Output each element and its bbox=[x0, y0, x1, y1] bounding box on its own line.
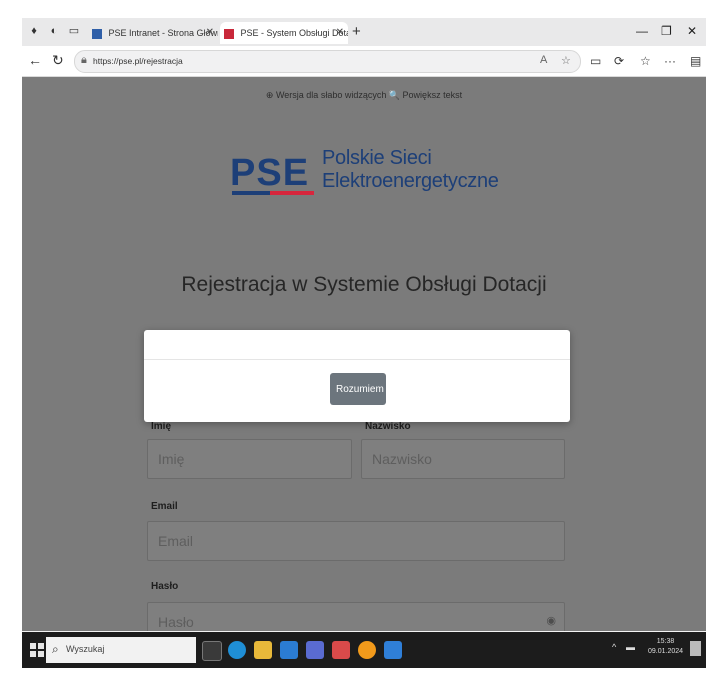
read-aloud-icon[interactable]: A bbox=[540, 54, 547, 66]
email-label: Email bbox=[151, 501, 178, 512]
pse-favicon-icon bbox=[92, 28, 102, 39]
last-name-label: Nazwisko bbox=[365, 421, 411, 432]
tab-label: PSE Intranet - Strona Główna bbox=[108, 28, 218, 38]
outlook-icon[interactable] bbox=[384, 641, 402, 659]
tab-strip: ♦ ◐ ▭ PSE Intranet - Strona Główna ✕ PSE… bbox=[22, 18, 706, 46]
favorite-star-icon[interactable]: ☆ bbox=[561, 54, 571, 67]
pse-favicon-icon bbox=[224, 28, 234, 39]
reload-icon[interactable]: ↻ bbox=[52, 52, 64, 69]
search-placeholder: Wyszukaj bbox=[66, 644, 105, 654]
password-field[interactable]: ◉ bbox=[147, 602, 565, 631]
page-title: Rejestracja w Systemie Obsługi Dotacji bbox=[181, 273, 547, 296]
tab-system-dotacji[interactable]: PSE - System Obsługi Dotacji - Z ✕ bbox=[220, 22, 348, 44]
windows-start-icon[interactable] bbox=[30, 643, 44, 657]
first-name-field[interactable] bbox=[147, 439, 352, 479]
modal-body bbox=[144, 330, 570, 360]
url-text[interactable]: https://pse.pl/rejestracja bbox=[93, 51, 183, 72]
logo-line-1: Polskie Sieci bbox=[322, 147, 432, 169]
windows-taskbar: ⌕ Wyszukaj ^ ▬ 15:38 09.01.2024 bbox=[22, 632, 706, 668]
lock-icon[interactable]: 🔒︎ bbox=[81, 54, 87, 67]
password-label: Hasło bbox=[151, 581, 179, 592]
logo-mark-text: PSE bbox=[230, 152, 309, 194]
tab-label: PSE - System Obsługi Dotacji - Z bbox=[240, 28, 348, 38]
tab-actions-icon[interactable]: ▭ bbox=[68, 25, 80, 38]
clock-time: 15:38 bbox=[656, 638, 675, 645]
more-options-icon[interactable]: ··· bbox=[664, 54, 676, 68]
profile-icon[interactable]: ♦ bbox=[28, 25, 40, 38]
copilot-icon[interactable]: ▤ bbox=[690, 54, 701, 68]
understand-button[interactable]: Rozumiem bbox=[330, 373, 386, 405]
notifications-icon[interactable] bbox=[690, 641, 701, 656]
pse-logo-mark-icon: PSE bbox=[230, 152, 314, 195]
workspaces-icon[interactable]: ◐ bbox=[48, 25, 60, 38]
pse-logo[interactable]: PSE Polskie Sieci Elektroenergetyczne bbox=[230, 145, 500, 209]
skype-icon[interactable] bbox=[280, 641, 298, 659]
back-arrow-icon[interactable]: ← bbox=[28, 52, 42, 68]
close-tab-icon[interactable]: ✕ bbox=[206, 22, 214, 44]
password-input[interactable] bbox=[148, 603, 564, 631]
info-modal: Rozumiem bbox=[144, 330, 570, 422]
clock-date: 09.01.2024 bbox=[648, 648, 684, 655]
page-content: ⊕ Wersja dla słabo widzących 🔍 Powiększ … bbox=[22, 77, 706, 631]
close-tab-icon[interactable]: ✕ bbox=[336, 22, 344, 44]
favorites-icon[interactable]: ☆ bbox=[640, 54, 651, 68]
close-window-icon[interactable]: ✕ bbox=[687, 24, 697, 38]
firefox-icon[interactable] bbox=[358, 641, 376, 659]
taskbar-search[interactable]: ⌕ Wyszukaj bbox=[46, 637, 196, 663]
edge-browser-icon[interactable] bbox=[228, 641, 246, 659]
search-icon: ⌕ bbox=[52, 642, 59, 656]
browser-window: ♦ ◐ ▭ PSE Intranet - Strona Główna ✕ PSE… bbox=[22, 18, 706, 668]
extensions-icon[interactable]: ⟳ bbox=[614, 54, 624, 68]
last-name-field[interactable] bbox=[361, 439, 565, 479]
file-explorer-icon[interactable] bbox=[254, 641, 272, 659]
navigation-bar: ← ↻ 🔒︎ https://pse.pl/rejestracja A ☆ ▭ … bbox=[22, 46, 706, 77]
network-icon[interactable]: ▬ bbox=[626, 642, 635, 652]
logo-line-2: Elektroenergetyczne bbox=[322, 170, 499, 192]
split-screen-icon[interactable]: ▭ bbox=[590, 54, 601, 68]
logo-wordmark: Polskie Sieci Elektroenergetyczne bbox=[322, 147, 499, 193]
teams-icon[interactable] bbox=[306, 641, 324, 659]
email-input[interactable] bbox=[148, 522, 564, 560]
first-name-label: Imię bbox=[151, 421, 172, 432]
accessibility-links[interactable]: ⊕ Wersja dla słabo widzących 🔍 Powiększ … bbox=[22, 90, 706, 101]
minimize-icon[interactable]: — bbox=[636, 24, 648, 38]
tray-chevron-icon[interactable]: ^ bbox=[612, 642, 616, 652]
email-field[interactable] bbox=[147, 521, 565, 561]
new-tab-plus-icon[interactable]: + bbox=[352, 23, 361, 40]
taskbar-clock[interactable]: 15:38 09.01.2024 bbox=[648, 637, 683, 657]
first-name-input[interactable] bbox=[148, 440, 351, 478]
address-bar[interactable]: 🔒︎ https://pse.pl/rejestracja A ☆ bbox=[74, 50, 581, 73]
tab-intranet[interactable]: PSE Intranet - Strona Główna ✕ bbox=[88, 22, 218, 44]
app-icon[interactable] bbox=[332, 641, 350, 659]
task-view-icon[interactable] bbox=[202, 641, 222, 661]
last-name-input[interactable] bbox=[362, 440, 564, 478]
show-password-eye-icon[interactable]: ◉ bbox=[546, 614, 556, 627]
maximize-icon[interactable]: ❐ bbox=[661, 24, 672, 38]
